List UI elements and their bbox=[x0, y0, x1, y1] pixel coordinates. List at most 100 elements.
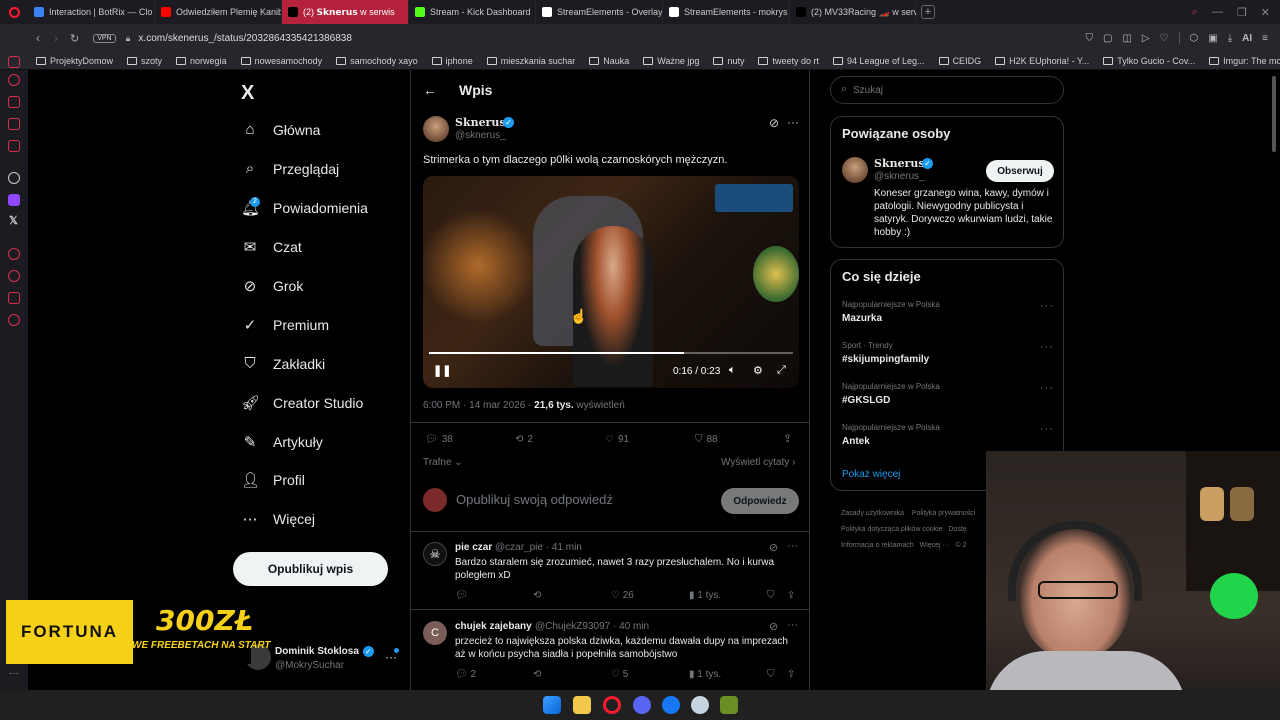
trend-item[interactable]: Najpopularniejsze w Polska Antek ··· bbox=[842, 423, 1062, 447]
reply-comment-action[interactable]: 💬︎ 2 bbox=[455, 669, 476, 680]
footer-link[interactable]: Dostę bbox=[948, 526, 966, 533]
nav-item-9[interactable]: 👤︎ Profil bbox=[241, 471, 305, 489]
sidebar-chatgpt-icon[interactable] bbox=[8, 172, 20, 184]
sidebar-history-icon[interactable] bbox=[8, 270, 20, 282]
grok-icon[interactable]: ⊘ bbox=[769, 541, 778, 554]
bookmark-item[interactable]: 94 League of Leg... bbox=[832, 56, 925, 66]
steam-icon[interactable] bbox=[691, 696, 709, 714]
trend-item[interactable]: Najpopularniejsze w Polska #GKSLGD ··· bbox=[842, 382, 1062, 406]
reply-item[interactable]: ☠ pie czar @czar_pie · 41 min ⊘ ··· Bard… bbox=[411, 532, 809, 610]
forward-icon[interactable]: › bbox=[54, 31, 58, 45]
sidebar-twitch-icon[interactable] bbox=[8, 194, 20, 206]
browser-tab[interactable]: Odwiedziłem Plemię Kanib bbox=[155, 0, 282, 24]
sidebar-more-icon[interactable]: ··· bbox=[9, 668, 19, 679]
browser-tab[interactable]: StreamElements - mokrys bbox=[663, 0, 790, 24]
reply-author[interactable]: pie czar bbox=[455, 542, 492, 553]
nav-item-10[interactable]: ⋯ Więcej bbox=[241, 510, 316, 528]
file-explorer-icon[interactable] bbox=[573, 696, 591, 714]
reply-input[interactable]: Opublikuj swoją odpowiedź bbox=[456, 492, 613, 507]
reply-repost-icon[interactable]: ⟲ bbox=[533, 590, 541, 601]
bookmark-item[interactable]: ProjektyDomow bbox=[36, 56, 113, 66]
view-quotes-link[interactable]: Wyświetl cytaty › bbox=[721, 457, 795, 468]
ai-button[interactable]: AI bbox=[1242, 33, 1252, 44]
video-player[interactable]: ❚❚ 0:16 / 0:23 🔈︎ ⚙ ⤢ bbox=[423, 176, 799, 388]
grok-icon[interactable]: ⊘ bbox=[769, 116, 779, 130]
reply-action[interactable]: 💬︎ 38 bbox=[425, 434, 453, 445]
trend-item[interactable]: Sport · Trendy #skijumpingfamily ··· bbox=[842, 341, 1062, 365]
share-icon[interactable]: ⇪ bbox=[783, 432, 792, 445]
show-more-link[interactable]: Pokaż więcej bbox=[842, 469, 900, 480]
sidebar-cube-icon[interactable] bbox=[8, 292, 20, 304]
reply-author[interactable]: chujek zajebany bbox=[455, 621, 532, 632]
menu-icon[interactable]: ≡ bbox=[1262, 33, 1268, 44]
reply-bookmark-icon[interactable]: ⛉ bbox=[767, 590, 775, 601]
scrollbar[interactable] bbox=[1272, 76, 1276, 152]
sidebar-music-icon[interactable] bbox=[8, 56, 20, 68]
nav-item-2[interactable]: 🔔︎ Powiadomienia bbox=[241, 199, 368, 217]
new-tab-button[interactable]: + bbox=[921, 5, 935, 19]
reply-like-action[interactable]: ♡ 26 bbox=[611, 590, 634, 601]
facebook-icon[interactable] bbox=[662, 696, 680, 714]
sidebar-x-icon[interactable]: 𝕏 bbox=[9, 214, 18, 227]
video-progress-track[interactable] bbox=[429, 352, 793, 354]
close-window-icon[interactable]: ✕ bbox=[1261, 6, 1270, 19]
post-more-icon[interactable]: ··· bbox=[787, 115, 799, 129]
downloads-icon[interactable]: ⤓ bbox=[1228, 33, 1232, 44]
reply-comment-icon[interactable]: 💬︎ bbox=[455, 590, 468, 601]
back-icon[interactable]: ‹ bbox=[36, 31, 40, 45]
author-avatar[interactable] bbox=[423, 116, 449, 142]
opera-taskbar-icon[interactable] bbox=[603, 696, 621, 714]
nav-item-1[interactable]: ⌕ Przeglądaj bbox=[241, 160, 339, 177]
camera-icon[interactable]: ◫ bbox=[1122, 33, 1131, 44]
back-arrow-icon[interactable]: ← bbox=[423, 82, 437, 98]
trend-more-icon[interactable]: ··· bbox=[1040, 341, 1054, 353]
author-handle[interactable]: @sknerus_ bbox=[455, 130, 506, 141]
footer-link[interactable]: Zasady użytkownika bbox=[841, 510, 904, 517]
follow-button[interactable]: Obserwuj bbox=[986, 160, 1054, 182]
reply-submit-button[interactable]: Odpowiedz bbox=[721, 488, 799, 514]
fullscreen-icon[interactable]: ⤢ bbox=[777, 364, 786, 377]
search-box[interactable]: ⌕ Szukaj bbox=[830, 76, 1064, 104]
opera-logo-icon[interactable] bbox=[0, 0, 28, 24]
reply-bookmark-icon[interactable]: ⛉ bbox=[767, 669, 775, 680]
bookmark-item[interactable]: samochody xayo bbox=[336, 56, 418, 66]
heart-icon[interactable]: ♡ bbox=[1160, 33, 1169, 44]
minimize-icon[interactable]: — bbox=[1212, 6, 1223, 19]
nav-item-3[interactable]: ✉ Czat bbox=[241, 238, 302, 256]
reply-item[interactable]: C chujek zajebany @ChujekZ93097 · 40 min… bbox=[411, 611, 809, 690]
snapshot-icon[interactable]: ▢ bbox=[1103, 33, 1112, 44]
bookmark-item[interactable]: szoty bbox=[127, 56, 162, 66]
sidebar-chat-icon[interactable] bbox=[8, 118, 20, 130]
nav-item-5[interactable]: ✓ Premium bbox=[241, 316, 329, 334]
windows-start-icon[interactable] bbox=[543, 696, 561, 714]
trend-more-icon[interactable]: ··· bbox=[1040, 382, 1054, 394]
bookmark-item[interactable]: H2K EUphoria! - Y... bbox=[995, 56, 1089, 66]
wallet-icon[interactable]: ▣ bbox=[1208, 33, 1217, 44]
reply-share-icon[interactable]: ⇪ bbox=[787, 590, 795, 601]
post-button[interactable]: Opublikuj wpis bbox=[233, 552, 388, 586]
bookmark-icon[interactable]: ⛉ bbox=[1085, 33, 1093, 44]
browser-tab[interactable]: (2) 𝗦𝗸𝗻𝗲𝗿𝘂𝘀 w serwis bbox=[282, 0, 409, 24]
related-handle[interactable]: @sknerus_ bbox=[874, 171, 925, 182]
reply-views-action[interactable]: ▮ 1 tys. bbox=[689, 669, 721, 680]
settings-icon[interactable]: ⚙ bbox=[753, 364, 763, 377]
sidebar-reload-icon[interactable] bbox=[8, 74, 20, 86]
bookmark-item[interactable]: Tylko Gucio - Cov... bbox=[1103, 56, 1195, 66]
bookmark-item[interactable]: mieszkania suchar bbox=[486, 56, 575, 66]
reply-repost-icon[interactable]: ⟲ bbox=[533, 669, 541, 680]
bookmark-item[interactable]: nuty bbox=[713, 56, 744, 66]
related-name[interactable]: Sknerus bbox=[874, 157, 925, 170]
browser-tab[interactable]: (2) MV33Racing 🏎️ w serw bbox=[790, 0, 917, 24]
vpn-badge[interactable]: VPN bbox=[93, 33, 116, 43]
nav-item-0[interactable]: ⌂ Główna bbox=[241, 121, 320, 138]
footer-link[interactable]: Informacja o reklamach bbox=[841, 542, 914, 549]
sidebar-mail-icon[interactable] bbox=[8, 140, 20, 152]
bookmark-item[interactable]: Imgur: The most a... bbox=[1209, 56, 1280, 66]
nav-item-4[interactable]: ⊘ Grok bbox=[241, 277, 304, 295]
nav-item-7[interactable]: 🚀︎ Creator Studio bbox=[241, 394, 363, 412]
sidebar-bag-icon[interactable] bbox=[8, 96, 20, 108]
reply-handle[interactable]: @czar_pie · 41 min bbox=[495, 542, 582, 553]
trend-more-icon[interactable]: ··· bbox=[1040, 423, 1054, 435]
footer-link[interactable]: Polityka prywatności bbox=[912, 510, 975, 517]
bookmark-item[interactable]: tweety do rt bbox=[758, 56, 819, 66]
